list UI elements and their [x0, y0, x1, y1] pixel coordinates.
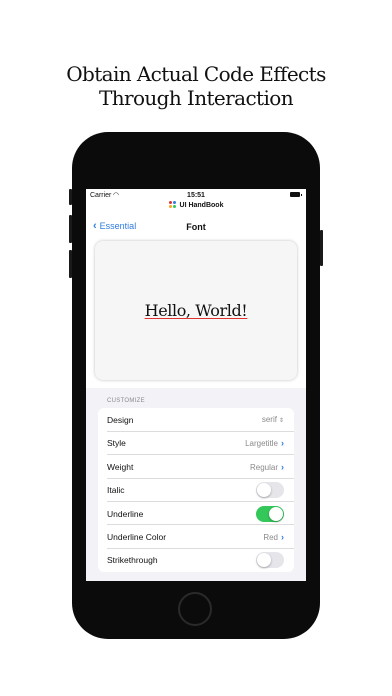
marketing-headline: Obtain Actual Code Effects Through Inter…: [0, 62, 392, 110]
row-design[interactable]: Design serif ⇕: [98, 408, 294, 432]
row-label: Style: [107, 438, 126, 449]
chevron-left-icon: ‹: [93, 220, 97, 232]
row-label: Weight: [107, 461, 134, 472]
row-value: Largetitle: [245, 439, 278, 449]
headline-line-1: Obtain Actual Code Effects: [66, 62, 326, 86]
row-underline: Underline: [98, 502, 294, 525]
toggle-knob: [269, 506, 283, 521]
preview-area: Hello, World!: [86, 241, 306, 388]
row-value: Red: [263, 532, 278, 542]
chevron-right-icon: ›: [281, 461, 284, 472]
chevron-right-icon: ›: [281, 438, 284, 449]
row-value: serif: [261, 415, 277, 424]
toggle-knob: [257, 553, 271, 568]
row-style[interactable]: Style Largetitle ›: [98, 431, 294, 455]
battery-icon: [290, 192, 302, 197]
row-label: Design: [107, 415, 134, 425]
row-label: Underline: [107, 508, 144, 519]
phone-screen: Carrier ◠ 15:51 UI HandBook ‹ Essential F…: [86, 189, 306, 581]
app-title-bar: UI HandBook: [86, 201, 306, 213]
preview-card: Hello, World!: [95, 241, 297, 380]
design-picker[interactable]: serif ⇕: [262, 415, 284, 424]
chevron-up-down-icon: ⇕: [278, 418, 284, 424]
row-weight[interactable]: Weight Regular ›: [98, 455, 294, 479]
toggle-knob: [257, 483, 271, 498]
phone-mute-switch: [69, 189, 72, 205]
status-time: 15:51: [187, 192, 205, 199]
back-button[interactable]: ‹ Essential: [93, 220, 136, 232]
strikethrough-toggle[interactable]: [256, 552, 284, 569]
row-label: Underline Color: [107, 531, 167, 542]
phone-volume-up: [69, 215, 72, 243]
back-button-label: Essential: [99, 221, 137, 231]
settings-list: Design serif ⇕ Style Largetitle › Weight R…: [98, 408, 294, 572]
app-logo-icon: [168, 201, 176, 208]
row-value-wrap: Regular ›: [250, 462, 284, 472]
home-button[interactable]: [178, 592, 212, 626]
preview-text: Hello, World!: [144, 301, 248, 320]
row-strikethrough: Strikethrough: [98, 548, 294, 571]
row-value-wrap: Red ›: [263, 532, 284, 542]
navigation-bar: ‹ Essential Font: [86, 213, 306, 242]
section-header: CUSTOMIZE: [107, 398, 145, 404]
headline-line-2: Through Interaction: [98, 86, 294, 110]
status-bar: Carrier ◠ 15:51: [86, 189, 306, 201]
row-value: Regular: [249, 462, 278, 472]
row-label: Strikethrough: [107, 555, 158, 566]
italic-toggle[interactable]: [256, 482, 284, 499]
app-title: UI HandBook: [179, 202, 224, 209]
row-italic: Italic: [98, 478, 294, 502]
phone-power-button: [320, 230, 323, 266]
row-label: Italic: [107, 485, 125, 496]
phone-volume-down: [69, 250, 72, 278]
row-value-wrap: Largetitle ›: [245, 438, 284, 448]
underline-toggle[interactable]: [256, 505, 284, 522]
chevron-right-icon: ›: [281, 531, 284, 542]
row-underline-color[interactable]: Underline Color Red ›: [98, 525, 294, 549]
